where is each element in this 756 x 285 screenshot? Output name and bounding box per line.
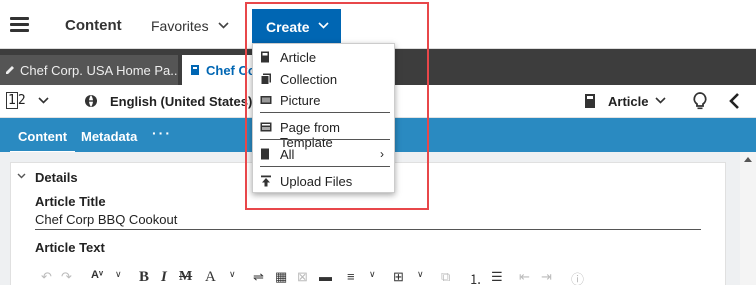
- remove-link-icon[interactable]: ⊠: [297, 269, 308, 285]
- italic-icon[interactable]: I: [161, 269, 167, 285]
- insert-image-icon[interactable]: ▦: [275, 269, 287, 285]
- menu-separator: [260, 112, 390, 113]
- article-icon: [585, 94, 595, 108]
- article-icon: [191, 65, 199, 75]
- lightbulb-icon[interactable]: [693, 92, 707, 110]
- chevron-down-icon[interactable]: [655, 97, 666, 104]
- app-title: Content: [65, 17, 122, 34]
- table-icon[interactable]: ⊞: [393, 269, 404, 285]
- collection-icon: [260, 73, 271, 85]
- menu-item-label: All: [280, 147, 295, 162]
- globe-icon: [85, 95, 97, 107]
- menu-item-label: Picture: [280, 93, 321, 108]
- page-indicator-second: 2: [17, 93, 26, 108]
- menu-item-page-from-template[interactable]: Page from Template: [253, 116, 394, 150]
- all-icon: [261, 148, 269, 160]
- menu-item-all[interactable]: All ›: [253, 143, 394, 165]
- link-icon[interactable]: ⇌: [253, 269, 264, 285]
- rich-text-toolbar: ↶ ↷ Aᵛ ∨ B I M A ∨ ⇌ ▦ ⊠ ▬ ≡ ∨ ⊞ ∨ ⧉ ⒈ ☰…: [35, 266, 715, 285]
- chevron-left-icon[interactable]: [728, 93, 740, 109]
- menu-separator: [260, 139, 390, 140]
- input-underline: [35, 229, 701, 230]
- menu-item-label: Collection: [280, 72, 338, 87]
- info-icon[interactable]: ⓘ: [571, 269, 584, 285]
- document-type-selector[interactable]: Article: [608, 94, 648, 109]
- template-icon: [260, 122, 272, 132]
- article-title-input[interactable]: Chef Corp BBQ Cookout: [35, 212, 177, 227]
- article-icon: [261, 51, 269, 63]
- tab-article[interactable]: Chef Cor: [182, 55, 252, 85]
- outdent-icon[interactable]: ⇤: [519, 269, 530, 285]
- page-indicator-first: 1: [6, 92, 18, 109]
- bulleted-list-icon[interactable]: ☰: [491, 269, 503, 285]
- top-bar: Content Favorites Create: [0, 0, 756, 49]
- chevron-down-icon[interactable]: ∨: [115, 269, 122, 280]
- menu-item-label: Upload Files: [280, 174, 353, 189]
- pencil-icon: [6, 66, 14, 74]
- chevron-down-icon[interactable]: ∨: [369, 269, 376, 280]
- align-icon[interactable]: ≡: [347, 269, 355, 284]
- favorites-button[interactable]: Favorites: [151, 18, 209, 34]
- media-icon[interactable]: ▬: [319, 269, 332, 284]
- tab-content[interactable]: Content: [9, 129, 76, 154]
- font-size-icon[interactable]: Aᵛ: [91, 269, 103, 281]
- chevron-down-icon[interactable]: ∨: [417, 269, 424, 280]
- locale-selector[interactable]: English (United States): [110, 94, 252, 109]
- create-dropdown-menu: Article Collection Picture Page from Tem…: [252, 43, 395, 193]
- tab-metadata[interactable]: Metadata: [81, 129, 137, 144]
- chevron-down-icon[interactable]: [17, 173, 26, 179]
- strikethrough-icon[interactable]: M: [179, 269, 192, 285]
- tab-home-page[interactable]: Chef Corp. USA Home Pa...: [0, 55, 178, 85]
- article-title-label: Article Title: [35, 194, 106, 209]
- upload-icon: [261, 175, 271, 187]
- text-color-icon[interactable]: A: [205, 269, 216, 285]
- page-indicator[interactable]: 12: [6, 92, 26, 109]
- undo-icon[interactable]: ↶: [41, 269, 52, 285]
- menu-separator: [260, 166, 390, 167]
- tab-label: Chef Corp. USA Home Pa...: [20, 63, 178, 78]
- redo-icon[interactable]: ↷: [61, 269, 72, 285]
- menu-item-label: Article: [280, 50, 317, 65]
- menu-item-upload-files[interactable]: Upload Files: [253, 170, 394, 192]
- menu-item-article[interactable]: Article: [253, 46, 394, 68]
- create-button[interactable]: Create: [252, 9, 341, 43]
- menu-item-collection[interactable]: Collection: [253, 68, 394, 90]
- ordered-list-icon[interactable]: ⒈: [469, 269, 482, 285]
- chevron-right-icon: ›: [380, 147, 384, 161]
- menu-item-picture[interactable]: Picture: [253, 89, 394, 111]
- bold-icon[interactable]: B: [139, 269, 149, 285]
- section-title: Details: [35, 170, 78, 185]
- more-tabs-button[interactable]: ···: [152, 125, 172, 141]
- chevron-down-icon[interactable]: [38, 97, 49, 104]
- tab-label: Chef Cor: [206, 63, 252, 78]
- chevron-down-icon[interactable]: ∨: [229, 269, 236, 280]
- indent-icon[interactable]: ⇥: [541, 269, 552, 285]
- chevron-down-icon: [318, 22, 329, 29]
- scrollbar[interactable]: [740, 152, 756, 285]
- chevron-down-icon[interactable]: [218, 22, 229, 29]
- paste-icon[interactable]: ⧉: [441, 269, 450, 285]
- create-label: Create: [266, 19, 310, 35]
- hamburger-menu-icon[interactable]: [10, 17, 29, 33]
- scroll-up-arrow-icon[interactable]: [744, 157, 752, 162]
- picture-icon: [260, 96, 272, 104]
- article-text-label: Article Text: [35, 240, 105, 255]
